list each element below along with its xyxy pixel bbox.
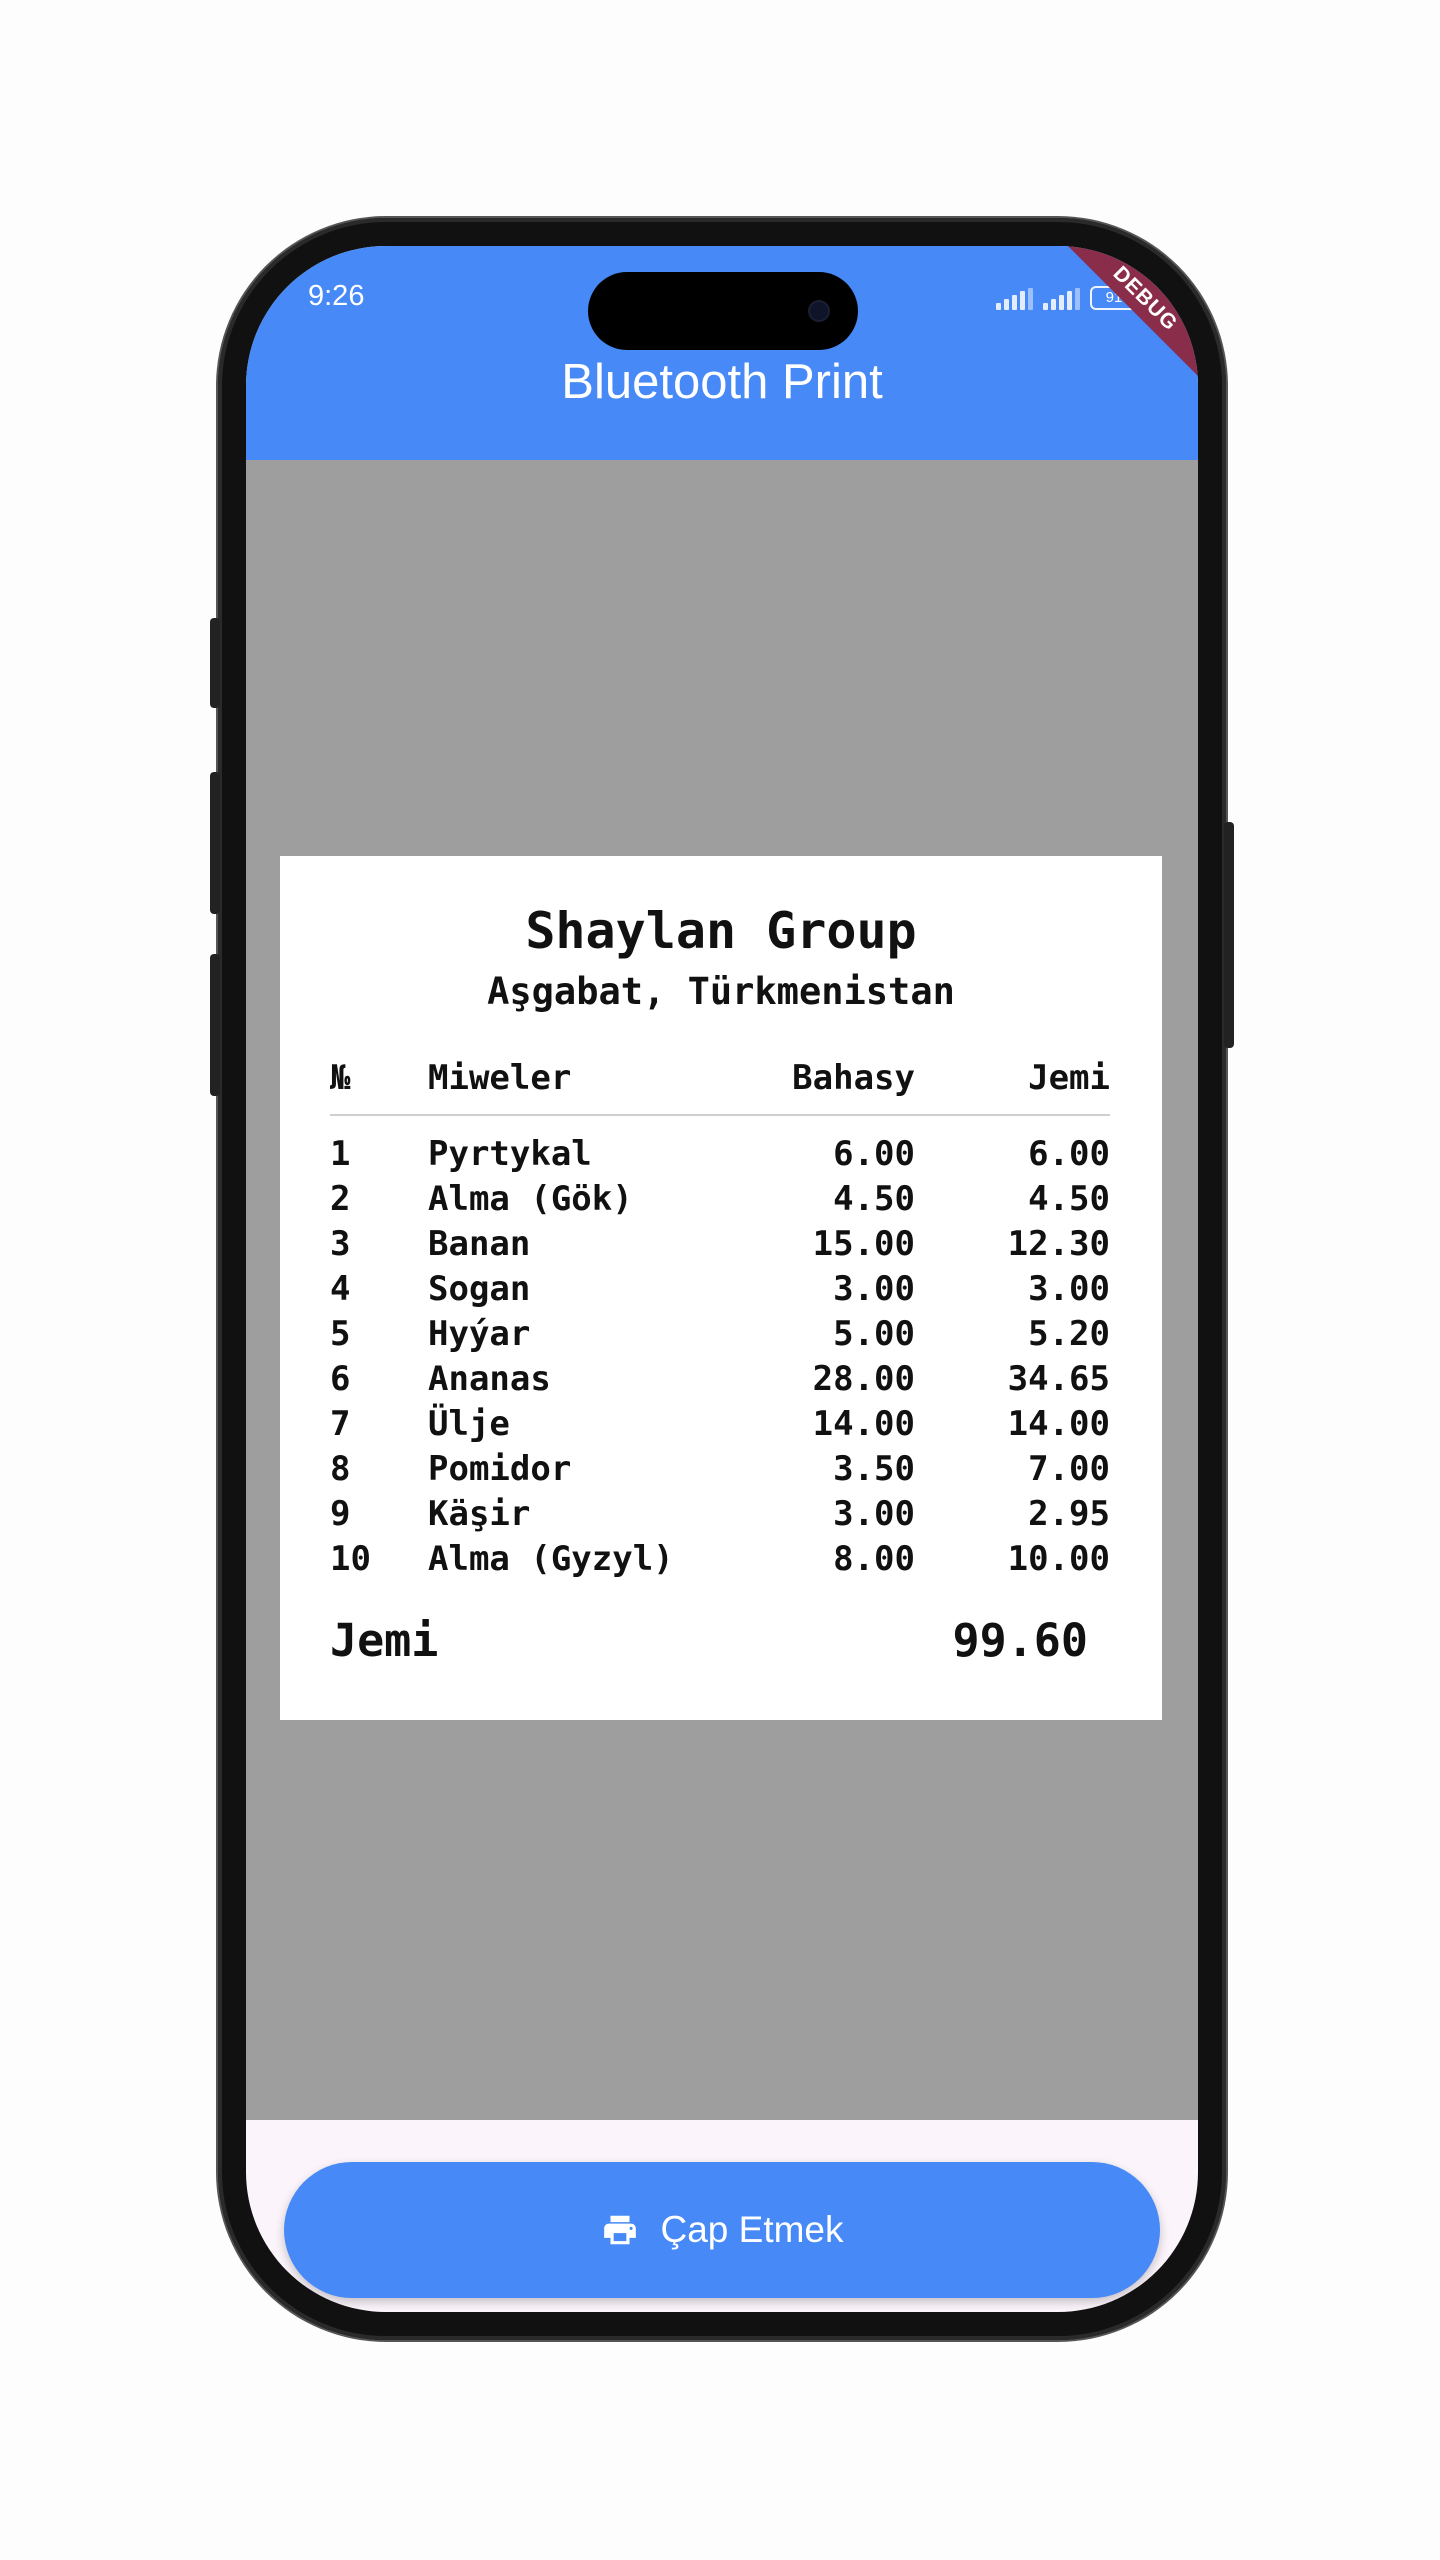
row-total: 5.20 xyxy=(1028,1314,1110,1354)
receipt-sum-value: 99.60 xyxy=(952,1614,1088,1667)
row-total: 10.00 xyxy=(1007,1539,1110,1579)
receipt-row: 7 Ülje 14.00 14.00 xyxy=(330,1402,1110,1446)
receipt-row: 8 Pomidor 3.50 7.00 xyxy=(330,1447,1110,1491)
row-price: 4.50 xyxy=(833,1179,915,1219)
row-total: 7.00 xyxy=(1028,1449,1110,1489)
row-item: Pyrtykal xyxy=(428,1134,592,1174)
app-bar: 9:26 91 DEBUG Bluetooth Print xyxy=(246,246,1198,460)
power-button xyxy=(1224,822,1234,1048)
row-price: 14.00 xyxy=(812,1404,915,1444)
receipt-header-row: № Miweler Bahasy Jemi xyxy=(330,1056,1110,1100)
phone-screen: 9:26 91 DEBUG Bluetooth Print Shaylan Gr… xyxy=(246,246,1198,2312)
row-price: 28.00 xyxy=(812,1359,915,1399)
receipt-row: 10 Alma (Gyzyl) 8.00 10.00 xyxy=(330,1537,1110,1581)
print-button-label: Çap Etmek xyxy=(660,2209,844,2250)
column-header-price: Bahasy xyxy=(792,1058,915,1098)
row-no: 2 xyxy=(330,1179,351,1219)
row-price: 15.00 xyxy=(812,1224,915,1264)
row-item: Pomidor xyxy=(428,1449,572,1489)
column-header-no: № xyxy=(330,1058,351,1098)
page-title: Bluetooth Print xyxy=(561,355,883,409)
row-total: 2.95 xyxy=(1028,1494,1110,1534)
status-time: 9:26 xyxy=(308,280,365,312)
row-total: 14.00 xyxy=(1007,1404,1110,1444)
row-item: Hyýar xyxy=(428,1314,531,1354)
row-no: 4 xyxy=(330,1269,351,1309)
receipt-row: 9 Käşir 3.00 2.95 xyxy=(330,1492,1110,1536)
receipt-divider xyxy=(330,1114,1110,1116)
printer-icon xyxy=(604,2215,637,2245)
row-no: 5 xyxy=(330,1314,351,1354)
row-no: 10 xyxy=(330,1539,371,1579)
receipt-company: Shaylan Group xyxy=(525,902,917,960)
row-no: 3 xyxy=(330,1224,351,1264)
row-total: 4.50 xyxy=(1028,1179,1110,1219)
row-no: 1 xyxy=(330,1134,351,1174)
row-item: Alma (Gök) xyxy=(428,1179,633,1219)
column-header-item: Miweler xyxy=(428,1058,572,1098)
front-camera xyxy=(810,302,828,320)
volume-up-button xyxy=(210,772,220,914)
row-item: Ananas xyxy=(428,1359,551,1399)
receipt-location: Aşgabat, Türkmenistan xyxy=(487,970,955,1013)
row-price: 6.00 xyxy=(833,1134,915,1174)
print-button[interactable]: Çap Etmek xyxy=(284,2162,1160,2298)
cellular-signal-icon xyxy=(996,288,1033,310)
row-no: 7 xyxy=(330,1404,351,1444)
row-total: 6.00 xyxy=(1028,1134,1110,1174)
row-no: 9 xyxy=(330,1494,351,1534)
receipt-row: 3 Banan 15.00 12.30 xyxy=(330,1222,1110,1266)
row-item: Alma (Gyzyl) xyxy=(428,1539,674,1579)
receipt-row: 4 Sogan 3.00 3.00 xyxy=(330,1267,1110,1311)
row-price: 3.50 xyxy=(833,1449,915,1489)
row-item: Ülje xyxy=(428,1404,510,1444)
receipt-preview-area: Shaylan Group Aşgabat, Türkmenistan № Mi… xyxy=(246,460,1198,2120)
volume-down-button xyxy=(210,954,220,1096)
row-no: 6 xyxy=(330,1359,351,1399)
receipt-row: 2 Alma (Gök) 4.50 4.50 xyxy=(330,1177,1110,1221)
receipt-row: 1 Pyrtykal 6.00 6.00 xyxy=(330,1132,1110,1176)
column-header-total: Jemi xyxy=(1028,1058,1110,1098)
receipt-row: 5 Hyýar 5.00 5.20 xyxy=(330,1312,1110,1356)
receipt-row: 6 Ananas 28.00 34.65 xyxy=(330,1357,1110,1401)
cellular-signal-icon xyxy=(1043,288,1080,310)
row-price: 8.00 xyxy=(833,1539,915,1579)
dynamic-island xyxy=(588,272,858,350)
row-price: 5.00 xyxy=(833,1314,915,1354)
row-item: Sogan xyxy=(428,1269,531,1309)
row-total: 3.00 xyxy=(1028,1269,1110,1309)
action-button xyxy=(210,618,220,708)
row-price: 3.00 xyxy=(833,1494,915,1534)
row-total: 12.30 xyxy=(1007,1224,1110,1264)
row-item: Banan xyxy=(428,1224,531,1264)
row-total: 34.65 xyxy=(1007,1359,1110,1399)
row-price: 3.00 xyxy=(833,1269,915,1309)
row-no: 8 xyxy=(330,1449,351,1489)
receipt: Shaylan Group Aşgabat, Türkmenistan № Mi… xyxy=(280,856,1162,1720)
receipt-sum-label: Jemi xyxy=(330,1614,439,1667)
row-item: Käşir xyxy=(428,1494,531,1534)
